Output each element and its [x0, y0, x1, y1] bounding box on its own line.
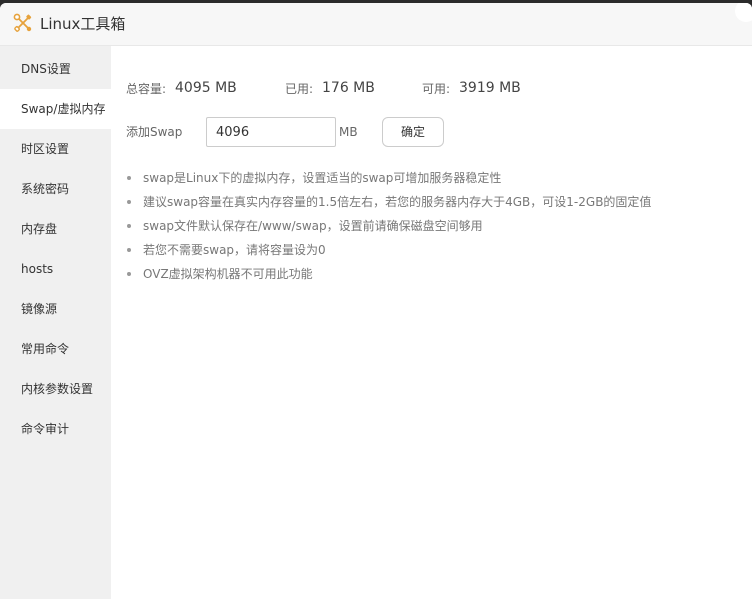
used-label: 已用: — [285, 82, 314, 96]
sidebar-item-hosts[interactable]: hosts — [0, 249, 111, 289]
bullet-icon — [127, 272, 131, 276]
tip-text: 建议swap容量在真实内存容量的1.5倍左右，若您的服务器内存大于4GB，可设1… — [143, 195, 652, 209]
tip-item: swap文件默认保存在/www/swap，设置前请确保磁盘空间够用 — [125, 214, 651, 238]
sidebar-item-mirror[interactable]: 镜像源 — [0, 289, 111, 329]
sidebar-item-system-password[interactable]: 系统密码 — [0, 169, 111, 209]
sidebar-item-swap[interactable]: Swap/虚拟内存 — [0, 89, 111, 129]
tip-item: swap是Linux下的虚拟内存，设置适当的swap可增加服务器稳定性 — [125, 166, 651, 190]
confirm-button[interactable]: 确定 — [382, 117, 444, 147]
sidebar: DNS设置 Swap/虚拟内存 时区设置 系统密码 内存盘 hosts 镜像源 … — [0, 46, 111, 599]
tips-list: swap是Linux下的虚拟内存，设置适当的swap可增加服务器稳定性 建议sw… — [125, 166, 651, 286]
tip-text: swap是Linux下的虚拟内存，设置适当的swap可增加服务器稳定性 — [143, 171, 502, 185]
linux-toolbox-dialog: Linux工具箱 DNS设置 Swap/虚拟内存 时区设置 系统密码 内存盘 h… — [0, 3, 752, 599]
sidebar-item-common-commands[interactable]: 常用命令 — [0, 329, 111, 369]
sidebar-item-dns[interactable]: DNS设置 — [0, 49, 111, 89]
tools-icon — [13, 13, 33, 33]
used-value: 176 MB — [322, 80, 375, 96]
tip-text: 若您不需要swap，请将容量设为0 — [143, 243, 326, 257]
free-value: 3919 MB — [459, 80, 521, 96]
sidebar-item-timezone[interactable]: 时区设置 — [0, 129, 111, 169]
dialog-title: Linux工具箱 — [40, 15, 126, 33]
add-swap-label: 添加Swap — [126, 125, 183, 139]
bullet-icon — [127, 224, 131, 228]
free-label: 可用: — [422, 82, 451, 96]
bullet-icon — [127, 248, 131, 252]
sidebar-item-command-audit[interactable]: 命令审计 — [0, 409, 111, 449]
sidebar-item-ramdisk[interactable]: 内存盘 — [0, 209, 111, 249]
tip-item: 建议swap容量在真实内存容量的1.5倍左右，若您的服务器内存大于4GB，可设1… — [125, 190, 651, 214]
swap-size-input[interactable] — [206, 117, 336, 147]
title-bar: Linux工具箱 — [0, 3, 752, 46]
bullet-icon — [127, 176, 131, 180]
tip-item: 若您不需要swap，请将容量设为0 — [125, 238, 651, 262]
tip-text: OVZ虚拟架构机器不可用此功能 — [143, 267, 313, 281]
total-capacity-label: 总容量: — [126, 82, 167, 96]
bullet-icon — [127, 200, 131, 204]
total-capacity-value: 4095 MB — [175, 80, 237, 96]
tip-item: OVZ虚拟架构机器不可用此功能 — [125, 262, 651, 286]
sidebar-item-kernel-params[interactable]: 内核参数设置 — [0, 369, 111, 409]
tip-text: swap文件默认保存在/www/swap，设置前请确保磁盘空间够用 — [143, 219, 483, 233]
unit-label: MB — [339, 125, 358, 139]
swap-panel: 总容量: 4095 MB 已用: 176 MB 可用: 3919 MB 添加Sw… — [111, 46, 752, 599]
